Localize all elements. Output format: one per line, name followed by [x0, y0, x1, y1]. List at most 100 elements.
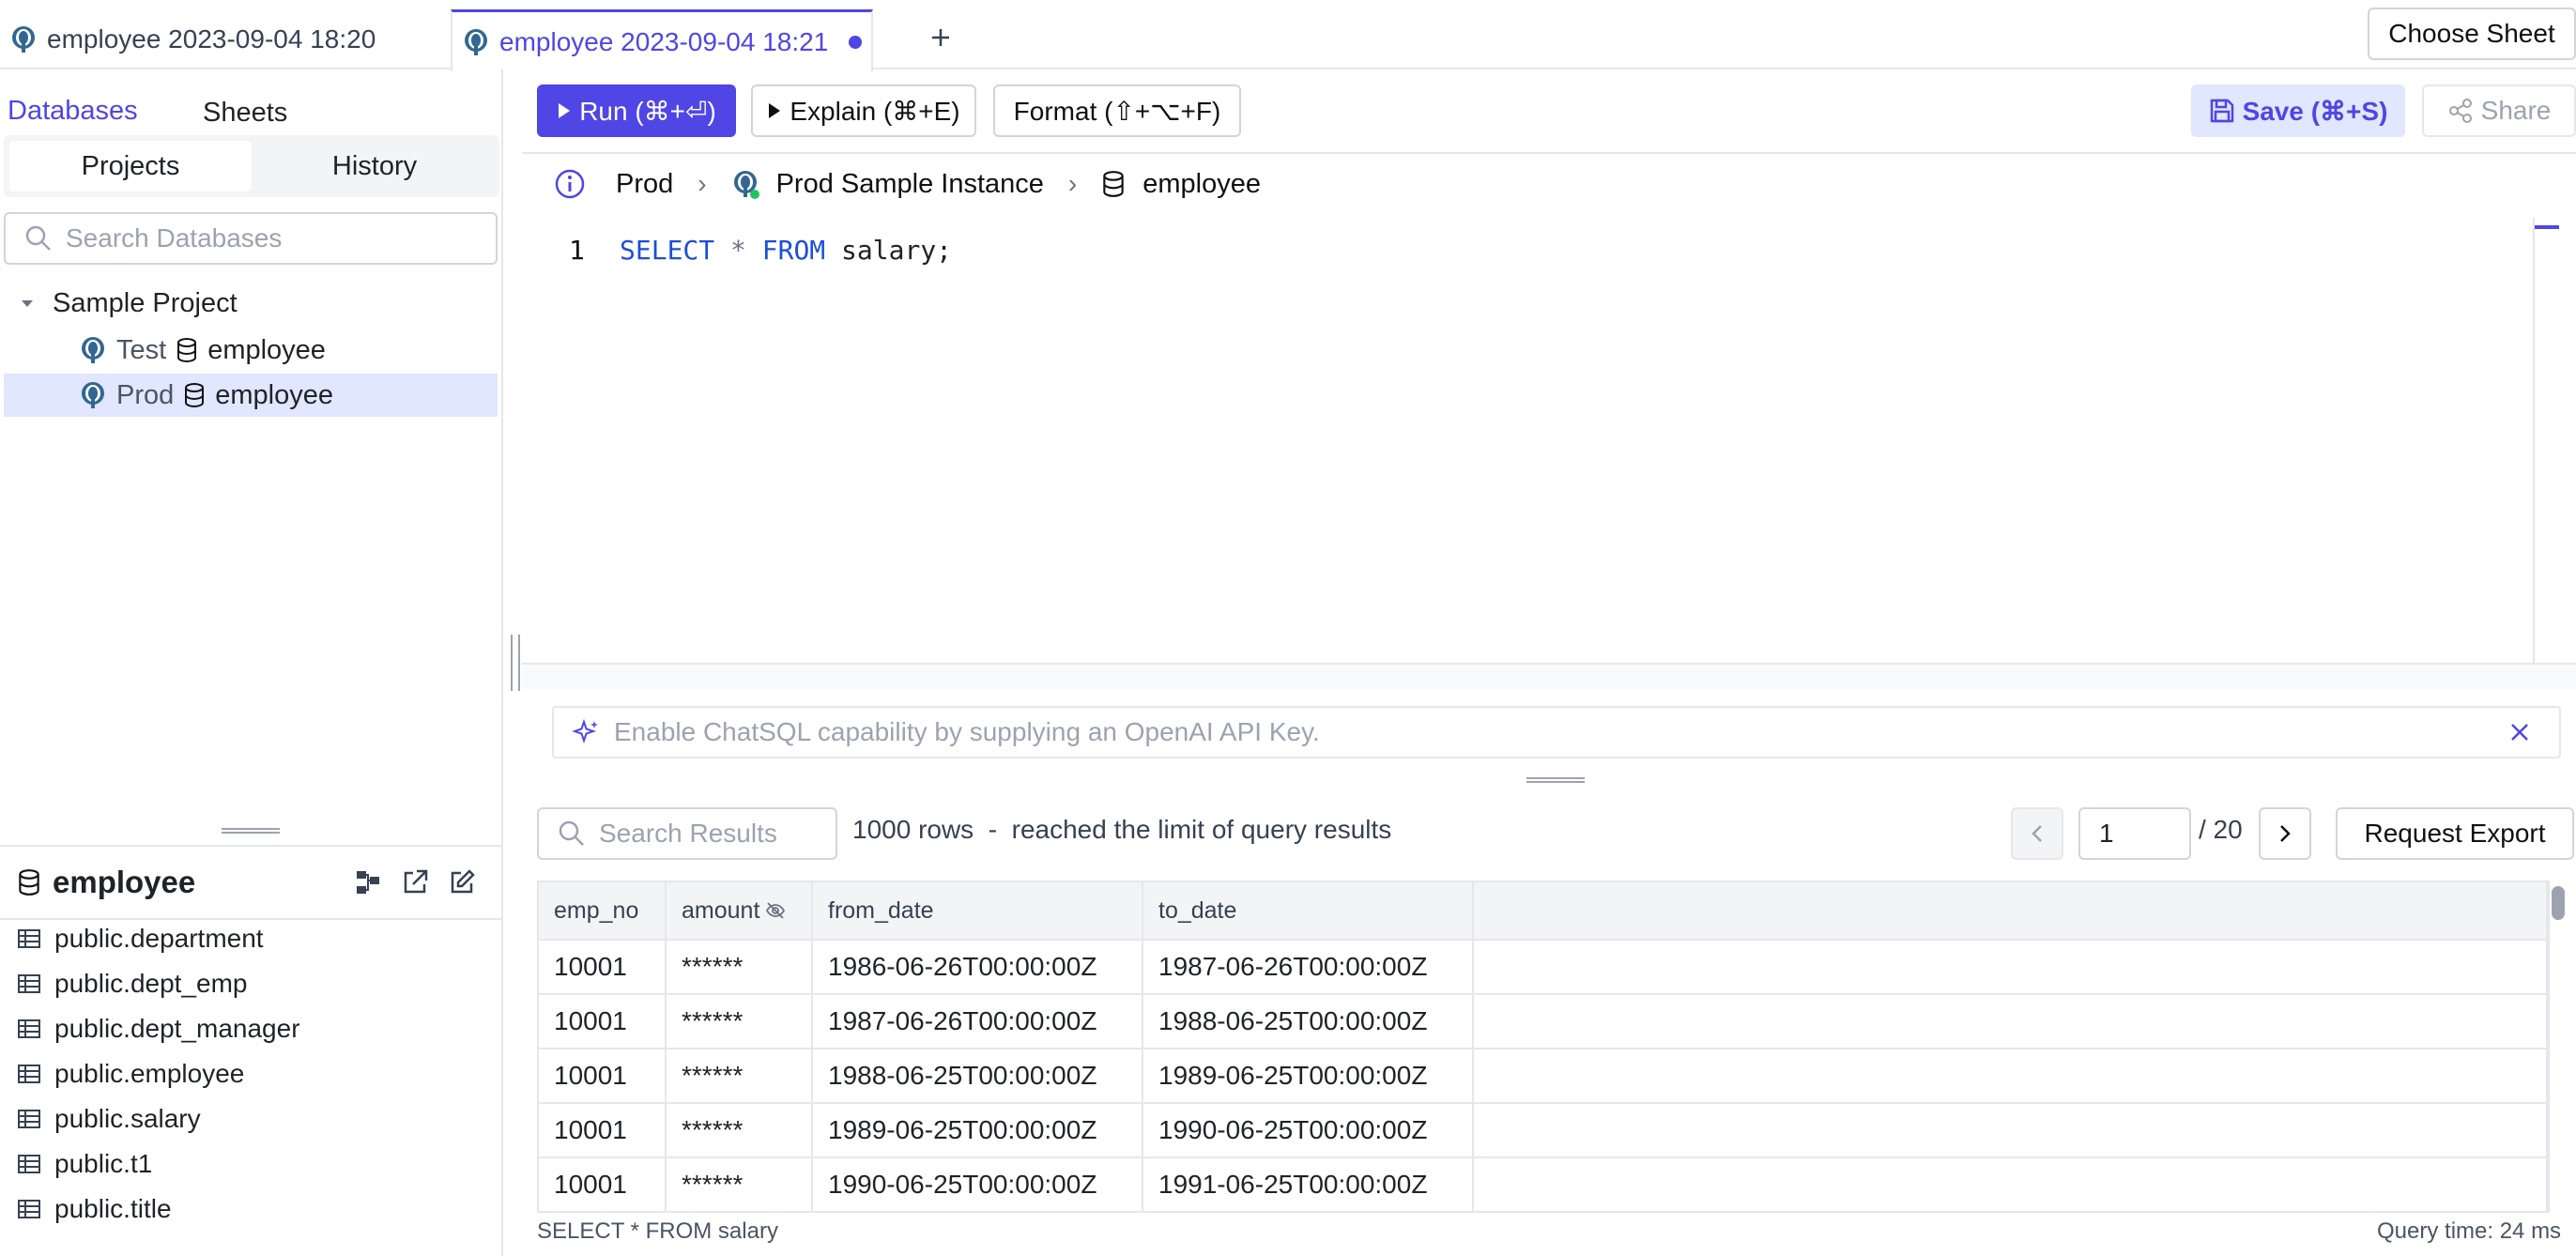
- table-name: public.department: [54, 924, 264, 953]
- sql-operator: *: [730, 235, 746, 266]
- prev-page-button[interactable]: [2011, 807, 2063, 860]
- table-list-item[interactable]: public.dept_manager: [17, 1008, 300, 1049]
- postgres-icon: [465, 28, 487, 55]
- page-number-input[interactable]: 1: [2078, 807, 2191, 860]
- table-list-item[interactable]: public.salary: [17, 1098, 201, 1140]
- results-search-input[interactable]: Search Results: [537, 807, 837, 860]
- caret-down-icon: [22, 300, 33, 307]
- table-list-item[interactable]: public.dept_emp: [17, 963, 247, 1004]
- column-header[interactable]: amount: [667, 882, 813, 941]
- results-scrollbar-track[interactable]: [2548, 881, 2568, 1213]
- toolbar-divider: [522, 152, 2576, 154]
- sheet-tab[interactable]: employee 2023-09-04 18:20: [0, 9, 385, 69]
- sheet-tab-active[interactable]: employee 2023-09-04 18:21: [451, 9, 874, 71]
- choose-sheet-button[interactable]: Choose Sheet: [2368, 8, 2576, 60]
- table-cell[interactable]: ******: [667, 1104, 813, 1156]
- table-row[interactable]: 10001 ****** 1988-06-25T00:00:00Z 1989-06-2…: [539, 1049, 2546, 1104]
- rows-info: 1000 rows - reached the limit of query r…: [852, 815, 1392, 844]
- table-row[interactable]: 10001 ****** 1990-06-25T00:00:00Z 1991-06-2…: [539, 1158, 2546, 1211]
- line-number: 1: [569, 235, 585, 266]
- tab-sheets[interactable]: Sheets: [203, 84, 287, 141]
- table-cell[interactable]: ******: [667, 941, 813, 993]
- table-cell[interactable]: 1989-06-25T00:00:00Z: [1143, 1049, 1474, 1102]
- table-icon: [18, 1110, 40, 1128]
- table-list-item[interactable]: public.department: [17, 918, 264, 959]
- sidebar-resize-handle[interactable]: [511, 635, 520, 691]
- tab-databases[interactable]: Databases: [8, 84, 138, 141]
- chatsql-placeholder: Enable ChatSQL capability by supplying a…: [614, 717, 1320, 746]
- table-cell-filler: [1474, 1104, 2546, 1156]
- segment-history[interactable]: History: [255, 141, 494, 191]
- breadcrumb-environment[interactable]: Prod: [616, 169, 673, 200]
- sheet-tab-bar: employee 2023-09-04 18:20 employee 2023-…: [0, 0, 2576, 71]
- info-icon[interactable]: [554, 168, 586, 200]
- edit-icon[interactable]: [449, 869, 475, 896]
- table-cell[interactable]: 1987-06-26T00:00:00Z: [1143, 941, 1474, 993]
- schema-diagram-icon[interactable]: [355, 869, 381, 896]
- table-cell[interactable]: ******: [667, 995, 813, 1048]
- postgres-icon: [733, 171, 759, 199]
- table-row[interactable]: 10001 ****** 1986-06-26T00:00:00Z 1987-06-2…: [539, 941, 2546, 995]
- breadcrumb-database[interactable]: employee: [1142, 169, 1261, 200]
- table-cell[interactable]: 1988-06-25T00:00:00Z: [813, 1049, 1143, 1102]
- column-header[interactable]: from_date: [813, 882, 1143, 941]
- table-cell-filler: [1474, 995, 2546, 1048]
- editor-cursor-marker: [2535, 225, 2559, 229]
- table-cell[interactable]: 1991-06-25T00:00:00Z: [1143, 1158, 1474, 1211]
- database-search-input[interactable]: Search Databases: [4, 212, 498, 265]
- table-row[interactable]: 10001 ****** 1987-06-26T00:00:00Z 1988-06-2…: [539, 995, 2546, 1049]
- plus-icon: [932, 29, 949, 46]
- project-node[interactable]: Sample Project: [4, 282, 498, 325]
- table-cell[interactable]: 1988-06-25T00:00:00Z: [1143, 995, 1474, 1048]
- explain-button[interactable]: Explain (⌘+E): [751, 84, 976, 137]
- table-cell[interactable]: 10001: [539, 1104, 667, 1156]
- database-node[interactable]: Test employee: [4, 329, 498, 372]
- chevron-right-icon: ›: [1067, 169, 1078, 198]
- column-header-filler: [1474, 882, 2546, 941]
- request-export-button[interactable]: Request Export: [2336, 807, 2574, 860]
- database-node-selected[interactable]: Prod employee: [4, 374, 498, 417]
- breadcrumb-instance[interactable]: Prod Sample Instance: [776, 169, 1044, 200]
- next-page-button[interactable]: [2259, 807, 2311, 860]
- table-cell[interactable]: 10001: [539, 1049, 667, 1102]
- editor-scrollbar[interactable]: [2533, 218, 2535, 663]
- segment-projects[interactable]: Projects: [9, 141, 252, 191]
- share-button[interactable]: Share: [2422, 84, 2576, 137]
- chevron-right-icon: ›: [698, 169, 707, 198]
- column-header[interactable]: to_date: [1143, 882, 1474, 941]
- table-cell[interactable]: 10001: [539, 995, 667, 1048]
- status-statement: SELECT * FROM salary: [537, 1218, 778, 1244]
- table-cell[interactable]: 1990-06-25T00:00:00Z: [813, 1158, 1143, 1211]
- table-list-item[interactable]: public.employee: [17, 1053, 244, 1095]
- sql-editor[interactable]: [522, 218, 2576, 663]
- results-split-handle[interactable]: [1526, 775, 1585, 785]
- chatsql-input[interactable]: Enable ChatSQL capability by supplying a…: [552, 706, 2561, 758]
- table-cell[interactable]: 1986-06-26T00:00:00Z: [813, 941, 1143, 993]
- table-list-item[interactable]: public.t1: [17, 1143, 152, 1185]
- sql-code-line[interactable]: SELECT * FROM salary;: [620, 235, 952, 266]
- external-link-icon[interactable]: [402, 869, 428, 896]
- editor-horizontal-scrollbar[interactable]: [522, 663, 2576, 689]
- format-button[interactable]: Format (⇧+⌥+F): [993, 84, 1241, 137]
- run-button[interactable]: Run (⌘+⏎): [537, 84, 736, 137]
- search-placeholder: Search Databases: [66, 223, 283, 253]
- save-button[interactable]: Save (⌘+S): [2191, 84, 2405, 137]
- table-list-item[interactable]: public.title: [17, 1188, 172, 1230]
- table-cell[interactable]: 10001: [539, 941, 667, 993]
- table-cell[interactable]: 10001: [539, 1158, 667, 1211]
- table-cell[interactable]: 1989-06-25T00:00:00Z: [813, 1104, 1143, 1156]
- sidebar-split-handle[interactable]: [222, 826, 280, 835]
- table-cell[interactable]: ******: [667, 1049, 813, 1102]
- add-tab-button[interactable]: [922, 17, 959, 58]
- results-scrollbar-thumb[interactable]: [2552, 886, 2565, 920]
- share-label: Share: [2480, 96, 2552, 125]
- close-icon[interactable]: [2508, 721, 2531, 743]
- table-cell[interactable]: 1987-06-26T00:00:00Z: [813, 995, 1143, 1048]
- search-icon: [559, 820, 584, 846]
- table-cell[interactable]: ******: [667, 1158, 813, 1211]
- table-row[interactable]: 10001 ****** 1989-06-25T00:00:00Z 1990-06-2…: [539, 1104, 2546, 1158]
- column-header[interactable]: emp_no: [539, 882, 667, 941]
- table-icon: [18, 1200, 40, 1218]
- schema-panel-header: employee: [0, 845, 503, 920]
- table-cell[interactable]: 1990-06-25T00:00:00Z: [1143, 1104, 1474, 1156]
